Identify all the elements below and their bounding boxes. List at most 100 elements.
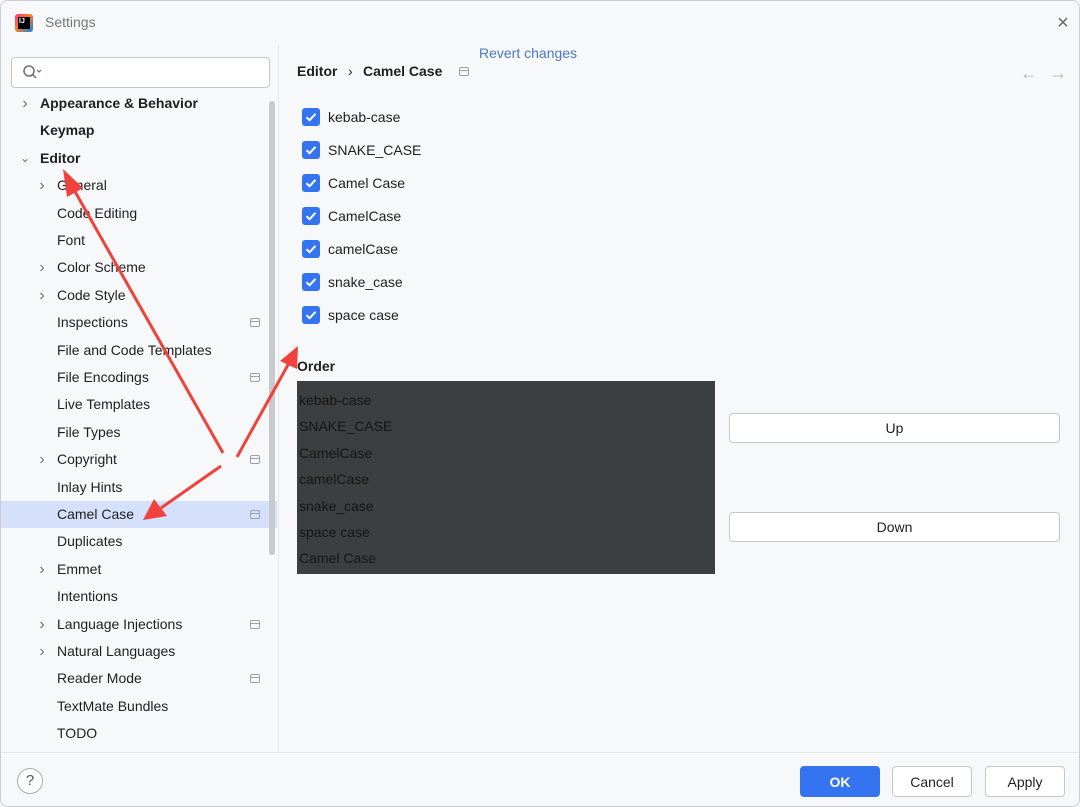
close-icon[interactable]: × — [1054, 13, 1072, 33]
project-level-icon — [250, 318, 260, 328]
chevron-right-icon[interactable]: › — [36, 556, 48, 583]
sidebar-item-live-templates[interactable]: Live Templates — [1, 391, 277, 418]
sidebar-item-intentions[interactable]: Intentions — [1, 583, 277, 610]
checkmark-icon — [305, 212, 317, 221]
order-list-item[interactable]: snake_case — [299, 498, 374, 518]
breadcrumb-editor[interactable]: Editor — [297, 63, 337, 79]
checkbox-label: CamelCase — [328, 208, 402, 224]
order-list-item[interactable]: kebab-case — [299, 392, 371, 412]
sidebar-item-appearance-behavior[interactable]: › Appearance & Behavior — [1, 90, 277, 117]
forward-arrow-icon[interactable]: → — [1048, 63, 1068, 83]
sidebar-item-textmate-bundles[interactable]: TextMate Bundles — [1, 693, 277, 720]
sidebar-item-general[interactable]: › General — [1, 172, 277, 199]
project-level-icon — [250, 619, 260, 629]
order-list-item[interactable]: Camel Case — [299, 550, 376, 570]
checkbox-snake-case[interactable] — [302, 273, 320, 291]
checkbox-camel-case[interactable] — [302, 174, 320, 192]
sidebar-item-editor[interactable]: ⌄ Editor — [1, 145, 277, 172]
search-input[interactable] — [46, 62, 261, 84]
order-list-item[interactable]: space case — [299, 524, 370, 544]
sidebar-item-label: Intentions — [57, 588, 118, 605]
sidebar-scrollbar[interactable] — [269, 101, 275, 555]
sidebar-item-reader-mode[interactable]: Reader Mode — [1, 665, 277, 692]
chevron-right-icon[interactable]: › — [36, 611, 48, 638]
revert-changes-link[interactable]: Revert changes — [479, 48, 577, 64]
project-level-icon — [250, 510, 260, 519]
sidebar-item-copyright[interactable]: › Copyright — [1, 446, 277, 473]
sidebar-item-font[interactable]: Font — [1, 227, 277, 254]
sidebar-item-language-injections[interactable]: › Language Injections — [1, 611, 277, 638]
search-icon[interactable] — [22, 64, 42, 82]
chevron-down-icon[interactable]: ⌄ — [19, 145, 31, 172]
sidebar-item-color-scheme[interactable]: › Color Scheme — [1, 254, 277, 281]
sidebar-item-camel-case[interactable]: Camel Case — [1, 501, 277, 528]
sidebar-item-label: Font — [57, 232, 86, 248]
sidebar-item-inlay-hints[interactable]: Inlay Hints — [1, 474, 277, 501]
order-heading: Order — [297, 358, 336, 374]
settings-sidebar: › Appearance & Behavior Keymap ⌄ Editor › Gene… — [1, 45, 279, 752]
checkmark-icon — [305, 179, 317, 188]
sidebar-item-label: Duplicates — [57, 533, 123, 550]
checkbox-snake-case[interactable] — [302, 141, 320, 159]
chevron-right-icon[interactable]: › — [36, 282, 48, 309]
sidebar-item-inspections[interactable]: Inspections — [1, 309, 277, 336]
window-title: Settings — [45, 14, 96, 30]
checkbox-camelcase[interactable] — [302, 207, 320, 225]
settings-window: IJ Settings × › Appearance & Behavior Keym… — [0, 0, 1080, 807]
sidebar-item-duplicates[interactable]: Duplicates — [1, 528, 277, 555]
sidebar-item-keymap[interactable]: Keymap — [1, 117, 277, 144]
apply-button[interactable]: Apply — [985, 766, 1065, 797]
sidebar-item-label: Emmet — [57, 560, 102, 577]
order-list[interactable]: kebab-case SNAKE_CASE CamelCase camelCase sn… — [297, 381, 715, 574]
logo-text: IJ — [18, 17, 30, 29]
sidebar-item-file-encodings[interactable]: File Encodings — [1, 364, 277, 391]
checkmark-icon — [305, 311, 317, 320]
sidebar-item-label: Editor — [40, 149, 81, 166]
sidebar-item-label: Copyright — [57, 451, 117, 468]
sidebar-item-file-types[interactable]: File Types — [1, 419, 277, 446]
sidebar-item-label: TextMate Bundles — [57, 697, 169, 714]
order-list-item[interactable]: CamelCase — [299, 445, 372, 465]
cancel-button[interactable]: Cancel — [892, 766, 972, 797]
checkbox-kebab-case[interactable] — [302, 108, 320, 126]
chevron-right-icon[interactable]: › — [36, 172, 48, 199]
sidebar-item-label: Language Injections — [57, 615, 183, 632]
project-level-icon — [250, 455, 260, 465]
sidebar-item-code-editing[interactable]: Code Editing — [1, 200, 277, 227]
sidebar-item-emmet[interactable]: › Emmet — [1, 556, 277, 583]
sidebar-item-natural-languages[interactable]: › Natural Languages — [1, 638, 277, 665]
sidebar-item-file-and-code-templates[interactable]: File and Code Templates — [1, 337, 277, 364]
down-button[interactable]: Down — [729, 512, 1060, 542]
project-level-icon — [459, 67, 469, 76]
sidebar-item-label: File and Code Templates — [57, 341, 212, 358]
order-list-item[interactable]: SNAKE_CASE — [299, 418, 392, 438]
title-bar: IJ Settings × — [1, 1, 1079, 45]
checkbox-label: kebab-case — [328, 109, 401, 125]
chevron-right-icon[interactable]: › — [36, 254, 48, 281]
order-list-item[interactable]: camelCase — [299, 471, 369, 491]
sidebar-item-code-style[interactable]: › Code Style — [1, 282, 277, 309]
chevron-right-icon[interactable]: › — [36, 446, 48, 473]
dialog-footer: ? OK Cancel Apply — [1, 752, 1079, 806]
intellij-logo-icon: IJ — [15, 14, 33, 32]
camel-case-settings-panel: Editor › Camel Case Revert changes ← → k… — [280, 45, 1079, 752]
project-level-icon — [250, 674, 260, 684]
sidebar-item-label: Inspections — [57, 314, 128, 331]
search-box[interactable] — [11, 57, 270, 88]
checkbox-space-case[interactable] — [302, 306, 320, 324]
checkbox-camelcase[interactable] — [302, 240, 320, 258]
sidebar-item-label: Color Scheme — [57, 259, 146, 276]
sidebar-item-label: TODO — [57, 725, 98, 742]
up-button[interactable]: Up — [729, 413, 1060, 443]
checkbox-label: snake_case — [328, 274, 403, 290]
ok-button[interactable]: OK — [800, 766, 880, 797]
chevron-right-icon[interactable]: › — [36, 638, 48, 665]
sidebar-item-todo[interactable]: TODO — [1, 720, 277, 747]
back-arrow-icon[interactable]: ← — [1019, 63, 1039, 83]
chevron-right-icon[interactable]: › — [19, 90, 31, 117]
breadcrumb-camel-case: Camel Case — [363, 63, 443, 79]
sidebar-item-label: Reader Mode — [57, 670, 142, 687]
help-icon[interactable]: ? — [17, 768, 43, 794]
sidebar-item-label: Live Templates — [57, 396, 151, 413]
sidebar-item-label: General — [57, 177, 107, 194]
